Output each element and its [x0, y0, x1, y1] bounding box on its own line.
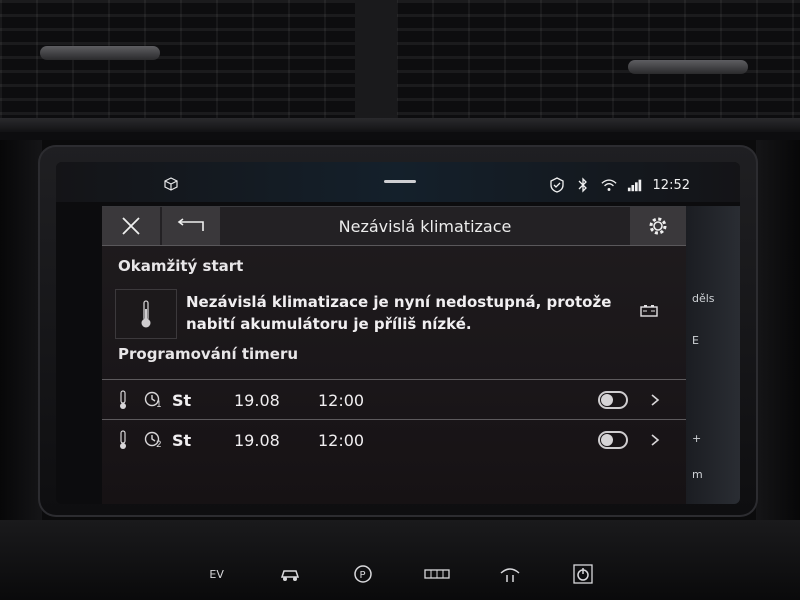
- wifi-icon: [600, 177, 617, 193]
- defrost-icon[interactable]: [493, 561, 527, 587]
- bluetooth-icon: [575, 177, 591, 193]
- instant-start-heading: Okamžitý start: [118, 257, 244, 275]
- timer-index: 1: [156, 400, 162, 410]
- timer-clock-icon: 2: [144, 420, 162, 460]
- close-button[interactable]: [102, 207, 160, 245]
- timer-toggle[interactable]: [598, 380, 628, 420]
- svg-text:P: P: [360, 570, 366, 581]
- chevron-right-icon[interactable]: [650, 420, 660, 460]
- timer-time: 12:00: [318, 390, 365, 410]
- vent-handle-left: [40, 46, 160, 60]
- ev-label: EV: [209, 567, 224, 581]
- close-icon: [122, 217, 140, 235]
- dashboard-side-left: [0, 140, 42, 530]
- dashboard-trim: [0, 118, 800, 132]
- dashboard-side-right: [756, 140, 800, 530]
- back-button[interactable]: [162, 207, 220, 245]
- map-label: +: [692, 432, 702, 445]
- dialog-title: Nezávislá klimatizace: [338, 216, 512, 236]
- ev-mode-button[interactable]: EV: [200, 561, 234, 587]
- status-bar: 12:52: [56, 162, 740, 202]
- signal-icon: [627, 177, 643, 193]
- timer-time: 12:00: [318, 430, 365, 450]
- chevron-right-icon[interactable]: [650, 380, 660, 420]
- timer-row[interactable]: 1 St 19.08 12:00: [102, 379, 686, 420]
- shield-check-icon: [549, 177, 565, 193]
- map-background: děls E + m: [686, 206, 740, 504]
- thermometer-icon: [141, 300, 151, 328]
- timer-toggle[interactable]: [598, 420, 628, 460]
- map-label: m: [692, 468, 703, 481]
- thermometer-icon: [118, 420, 128, 460]
- clock-time: 12:52: [652, 177, 690, 193]
- settings-button[interactable]: [630, 207, 686, 245]
- pull-down-handle[interactable]: [384, 180, 416, 183]
- vent-divider: [355, 0, 397, 120]
- timer-row[interactable]: 2 St 19.08 12:00: [102, 419, 686, 460]
- unavailable-message: Nezávislá klimatizace je nyní nedostupná…: [186, 293, 612, 333]
- timer-heading: Programování timeru: [118, 345, 299, 363]
- cube-icon[interactable]: [164, 177, 178, 191]
- timer-clock-icon: 1: [144, 380, 162, 420]
- timer-day: St: [172, 430, 192, 450]
- car-icon[interactable]: [273, 561, 307, 587]
- thermometer-icon: [118, 380, 128, 420]
- timer-index: 2: [156, 440, 162, 450]
- timer-date: 19.08: [234, 390, 280, 410]
- instant-start-thermometer-tile[interactable]: [115, 289, 177, 339]
- timer-date: 19.08: [234, 430, 280, 450]
- lower-control-buttons: EV P: [180, 556, 620, 592]
- battery-icon: [640, 303, 660, 319]
- timer-day: St: [172, 390, 192, 410]
- dialog-header: Nezávislá klimatizace: [102, 207, 686, 246]
- parking-icon[interactable]: P: [346, 561, 380, 587]
- hazard-grid-icon[interactable]: [420, 561, 454, 587]
- map-label: děls: [692, 292, 715, 305]
- back-arrow-icon: [177, 218, 204, 231]
- climate-dialog: Nezávislá klimatizace Okamžitý start Nez…: [102, 206, 686, 504]
- infotainment-screen: 12:52 děls E + m Nezávislá klimatizace O…: [56, 162, 740, 504]
- status-icons: 12:52: [549, 177, 690, 193]
- power-icon[interactable]: [566, 561, 600, 587]
- gear-icon: [649, 217, 667, 235]
- vent-handle-right: [628, 60, 748, 74]
- map-label: E: [692, 334, 699, 347]
